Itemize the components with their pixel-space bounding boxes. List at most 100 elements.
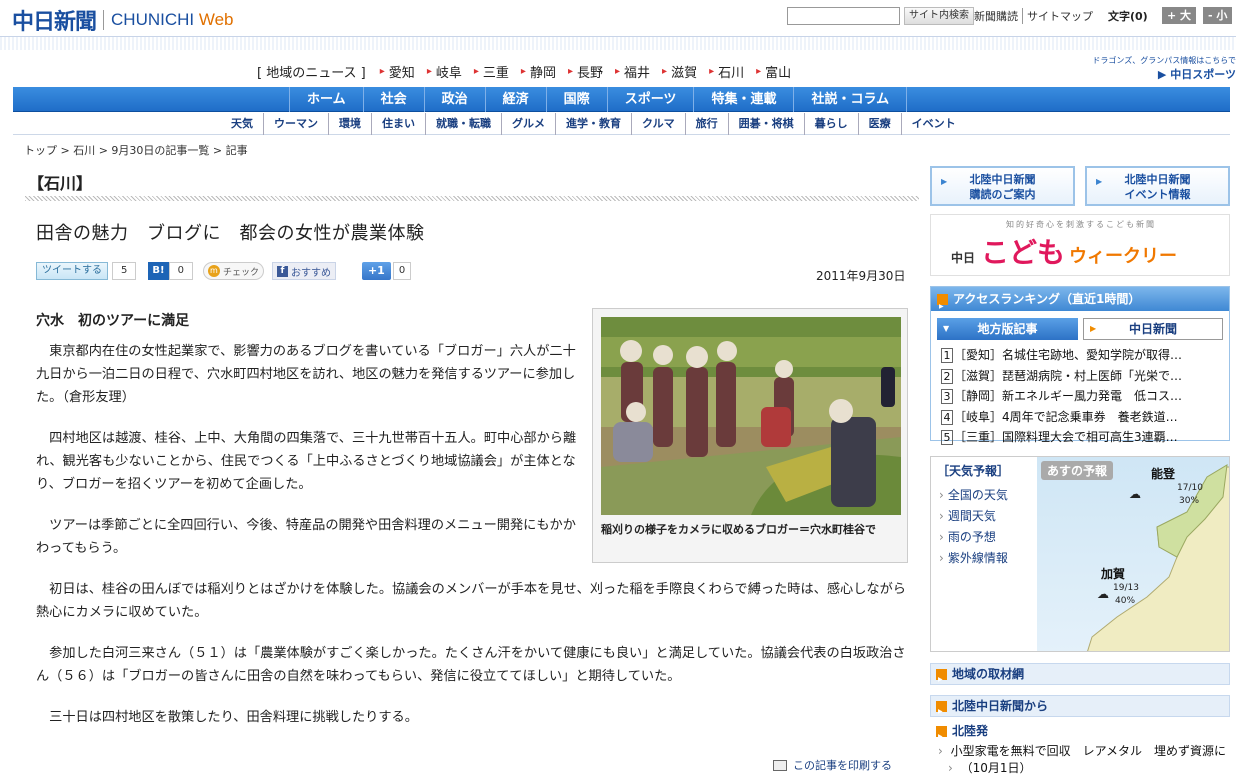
article-paragraph: 東京都内在住の女性起業家で、影響力のあるブログを書いている「ブロガー」六人が二十… xyxy=(36,344,576,405)
local-bureau-bar[interactable]: 地域の取材網 xyxy=(930,663,1230,690)
weather-forecast: ［天気予報］ 全国の天気 週間天気 雨の予想 紫外線情報 あすの予報 能登 17… xyxy=(930,456,1230,652)
subnav-housing[interactable]: 住まい xyxy=(371,113,425,135)
region-shiga[interactable]: 滋賀 xyxy=(662,62,697,81)
noto-label: 能登 xyxy=(1151,467,1176,481)
ranking-item[interactable]: 3 ［静岡］新エネルギー風力発電 低コス… xyxy=(941,386,1182,407)
site-search-input[interactable] xyxy=(787,7,900,25)
subnav-woman[interactable]: ウーマン xyxy=(263,113,328,135)
nav-international[interactable]: 国際 xyxy=(545,87,607,112)
arrow-icon xyxy=(936,700,947,722)
subnav-travel[interactable]: 旅行 xyxy=(684,113,728,135)
weather-rain-link[interactable]: 雨の予想 xyxy=(939,527,1008,548)
hokuriku-chunichi-bar[interactable]: 北陸中日新聞から xyxy=(930,695,1230,722)
subscribe-link[interactable]: 新聞購読 xyxy=(970,8,1022,24)
mixi-check-button[interactable]: m チェック xyxy=(202,262,264,280)
region-aichi[interactable]: 愛知 xyxy=(380,62,415,81)
weather-map[interactable]: あすの予報 能登 17/10 30% 加賀 19/13 40% ☁ ☁ xyxy=(1037,457,1229,651)
article-paragraph: 四村地区は越渡、桂谷、上中、大角間の四集落で、三十九世帯百十五人。町中心部から離… xyxy=(36,431,577,492)
weather-national-link[interactable]: 全国の天気 xyxy=(939,485,1008,506)
subscription-info-button[interactable]: 北陸中日新聞購読のご案内 xyxy=(930,166,1075,206)
hokuriku-news-heading: 北陸発 xyxy=(930,720,1230,747)
nav-home[interactable]: ホーム xyxy=(289,87,363,112)
subnav-events[interactable]: イベント xyxy=(900,113,966,135)
article-date: 2011年9月30日 xyxy=(816,269,906,283)
article-title: 田舎の魅力 ブログに 都会の女性が農業体験 xyxy=(36,223,425,244)
ranking-tabs: 地方版記事 中日新聞 xyxy=(937,318,1223,340)
regional-news-label: [ 地域のニュース ] xyxy=(257,66,366,81)
kodomo-logo: 中日 こども ウィークリー xyxy=(951,236,1178,269)
google-plus-button[interactable]: +1 xyxy=(361,262,391,280)
article-photo-box: 稲刈りの様子をカメラに収めるブロガー＝穴水町桂谷で xyxy=(592,308,908,563)
subnav-cars[interactable]: クルマ xyxy=(631,113,685,135)
ranking-list: 1 ［愛知］名城住宅跡地、愛知学院が取得… 2 ［滋賀］琵琶湖病院・村上医師「光栄で… xyxy=(941,345,1182,448)
subnav-education[interactable]: 進学・教育 xyxy=(555,113,631,135)
chunichi-sports-banner[interactable]: ドラゴンズ、グランパス情報はこちらで ▶ 中日スポーツ xyxy=(1086,55,1236,82)
nav-features[interactable]: 特集・連載 xyxy=(693,87,793,112)
cloudy-rain-icon: ☁ xyxy=(1097,587,1109,601)
noto-pop: 30% xyxy=(1179,496,1200,506)
region-shizuoka[interactable]: 静岡 xyxy=(521,62,556,81)
nav-sports[interactable]: スポーツ xyxy=(606,87,694,112)
rice-harvest-photo[interactable] xyxy=(601,317,901,515)
sub-nav: 天気 ウーマン 環境 住まい 就職・転職 グルメ 進学・教育 クルマ 旅行 囲碁… xyxy=(13,113,1230,135)
tomorrow-forecast-label: あすの予報 xyxy=(1041,461,1114,480)
weather-links: 全国の天気 週間天気 雨の予想 紫外線情報 xyxy=(939,485,1008,569)
subnav-go-shogi[interactable]: 囲碁・将棋 xyxy=(727,113,804,135)
ranking-item[interactable]: 2 ［滋賀］琵琶湖病院・村上医師「光栄で… xyxy=(941,366,1182,387)
nav-economy[interactable]: 経済 xyxy=(484,87,546,112)
subnav-environment[interactable]: 環境 xyxy=(328,113,371,135)
nav-society[interactable]: 社会 xyxy=(362,87,424,112)
ranking-item[interactable]: 4 ［岐阜］4周年で記念乗車券 養老鉄道… xyxy=(941,407,1182,428)
article-paragraph: 参加した白河三来さん（５１）は「農業体験がすごく楽しかった。たくさん汗をかいて健… xyxy=(36,646,906,684)
subnav-weather[interactable]: 天気 xyxy=(221,113,263,135)
region-fukui[interactable]: 福井 xyxy=(615,62,650,81)
region-ishikawa[interactable]: 石川 xyxy=(709,62,744,81)
arrow-icon xyxy=(936,668,947,690)
print-article-link[interactable]: この記事を印刷する xyxy=(773,757,892,773)
article-paragraph: 初日は、桂谷の田んぼでは稲刈りとはざかけを体験した。協議会のメンバーが手本を見せ… xyxy=(36,582,906,620)
breadcrumb[interactable]: トップ > 石川 > 9月30日の記事一覧 > 記事 xyxy=(24,142,248,158)
sitemap-link[interactable]: サイトマップ xyxy=(1022,8,1097,24)
site-logo[interactable]: 中日新聞 CHUNICHI Web xyxy=(12,4,234,36)
site-search-button[interactable]: サイト内検索 xyxy=(904,7,974,25)
header-divider xyxy=(0,36,1236,50)
region-mie[interactable]: 三重 xyxy=(474,62,509,81)
printer-icon xyxy=(773,759,787,771)
ranking-item[interactable]: 1 ［愛知］名城住宅跡地、愛知学院が取得… xyxy=(941,345,1182,366)
ranking-item[interactable]: 5 ［三重］国際料理大会で相可高生3連覇… xyxy=(941,427,1182,448)
news-list-date: （10月1日） xyxy=(948,760,1032,777)
weather-weekly-link[interactable]: 週間天気 xyxy=(939,506,1008,527)
kodomo-tagline: 知的好奇心を刺激するこども新聞 xyxy=(1006,220,1156,229)
section-divider xyxy=(25,196,919,201)
subnav-medical[interactable]: 医療 xyxy=(857,113,901,135)
logo-divider xyxy=(103,10,105,30)
tweet-button[interactable]: ツイートする xyxy=(36,262,108,280)
event-info-button[interactable]: 北陸中日新聞イベント情報 xyxy=(1085,166,1230,206)
top-links: 新聞購読 サイトマップ xyxy=(970,8,1097,24)
font-bigger-button[interactable]: + 大 xyxy=(1162,7,1197,24)
sports-tagline: ドラゴンズ、グランパス情報はこちらで xyxy=(1092,56,1236,65)
google-plus-count: 0 xyxy=(392,262,412,280)
region-toyama[interactable]: 富山 xyxy=(756,62,791,81)
region-gifu[interactable]: 岐阜 xyxy=(427,62,462,81)
nav-editorial[interactable]: 社説・コラム xyxy=(793,87,908,112)
subnav-jobs[interactable]: 就職・転職 xyxy=(425,113,501,135)
main-nav: ホーム 社会 政治 経済 国際 スポーツ 特集・連載 社説・コラム xyxy=(13,87,1230,112)
cloudy-rain-icon: ☁ xyxy=(1129,487,1141,501)
news-list-item[interactable]: 小型家電を無料で回収 レアメタル 埋めず資源に xyxy=(938,743,1230,760)
subnav-gourmet[interactable]: グルメ xyxy=(501,113,555,135)
font-size-label: 文字(0) xyxy=(1108,10,1148,23)
weather-uv-link[interactable]: 紫外線情報 xyxy=(939,548,1008,569)
tab-local-articles[interactable]: 地方版記事 xyxy=(937,318,1078,340)
subnav-living[interactable]: 暮らし xyxy=(803,113,858,135)
ranking-header: アクセスランキング（直近1時間） xyxy=(931,287,1229,319)
kodomo-weekly-banner[interactable]: 知的好奇心を刺激するこども新聞 中日 こども ウィークリー xyxy=(930,214,1230,276)
region-nagano[interactable]: 長野 xyxy=(568,62,603,81)
tab-chunichi[interactable]: 中日新聞 xyxy=(1083,318,1223,340)
nav-politics[interactable]: 政治 xyxy=(423,87,485,112)
article-paragraph: 三十日は四村地区を散策したり、田舎料理に挑戦したりする。 xyxy=(36,710,418,725)
hatena-bookmark-button[interactable]: B! xyxy=(148,262,169,280)
section-title: 【石川】 xyxy=(28,174,93,193)
font-smaller-button[interactable]: - 小 xyxy=(1203,7,1233,24)
facebook-recommend-button[interactable]: f おすすめ xyxy=(271,262,336,280)
